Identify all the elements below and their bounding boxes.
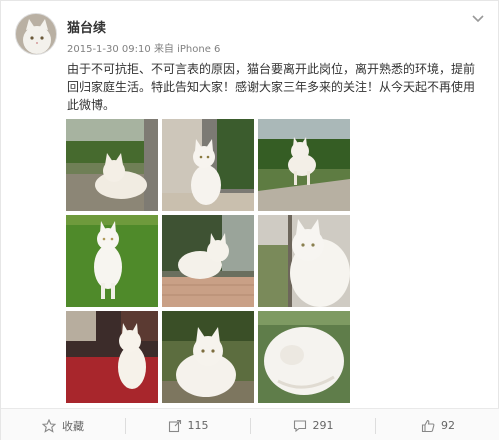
favorite-label: 收藏 — [62, 419, 84, 433]
post-meta: 2015-1-30 09:10 来自 iPhone 6 — [67, 40, 220, 55]
avatar[interactable] — [15, 13, 57, 55]
thumbs-up-icon — [421, 419, 435, 432]
timestamp[interactable]: 2015-1-30 09:10 — [67, 44, 151, 55]
photo-windowsill-sitting[interactable] — [162, 215, 254, 307]
photo-grid — [66, 119, 352, 403]
photo-window-closeup[interactable] — [258, 215, 350, 307]
photo-wall-sitting[interactable] — [162, 119, 254, 211]
comment-button[interactable]: 291 — [251, 409, 375, 440]
favorite-button[interactable]: 收藏 — [1, 409, 125, 440]
weibo-post-card: 猫台续 2015-1-30 09:10 来自 iPhone 6 由于不可抗拒、不… — [0, 0, 499, 440]
repost-count: 115 — [187, 419, 209, 432]
like-count: 92 — [441, 419, 455, 432]
post-source: 来自 iPhone 6 — [153, 44, 221, 55]
star-icon — [42, 418, 56, 433]
comment-icon — [293, 419, 306, 432]
username[interactable]: 猫台续 — [67, 17, 106, 36]
post-text: 由于不可抗拒、不可言表的原因，猫台要离开此岗位，离开熟悉的环境，提前回归家庭生活… — [67, 62, 476, 112]
photo-grass-standing[interactable] — [66, 215, 158, 307]
chevron-down-icon[interactable] — [470, 11, 486, 25]
repost-icon — [168, 419, 181, 432]
like-button[interactable]: 92 — [376, 409, 499, 440]
photo-garden-sitting[interactable] — [66, 119, 158, 211]
photo-plant-closeup[interactable] — [162, 311, 254, 403]
photo-curled-sleeping[interactable] — [258, 311, 350, 403]
action-bar: 收藏 115 291 92 — [1, 408, 499, 440]
photo-path-standing[interactable] — [258, 119, 350, 211]
comment-count: 291 — [312, 419, 334, 432]
photo-red-carpet-sitting[interactable] — [66, 311, 158, 403]
repost-button[interactable]: 115 — [126, 409, 250, 440]
